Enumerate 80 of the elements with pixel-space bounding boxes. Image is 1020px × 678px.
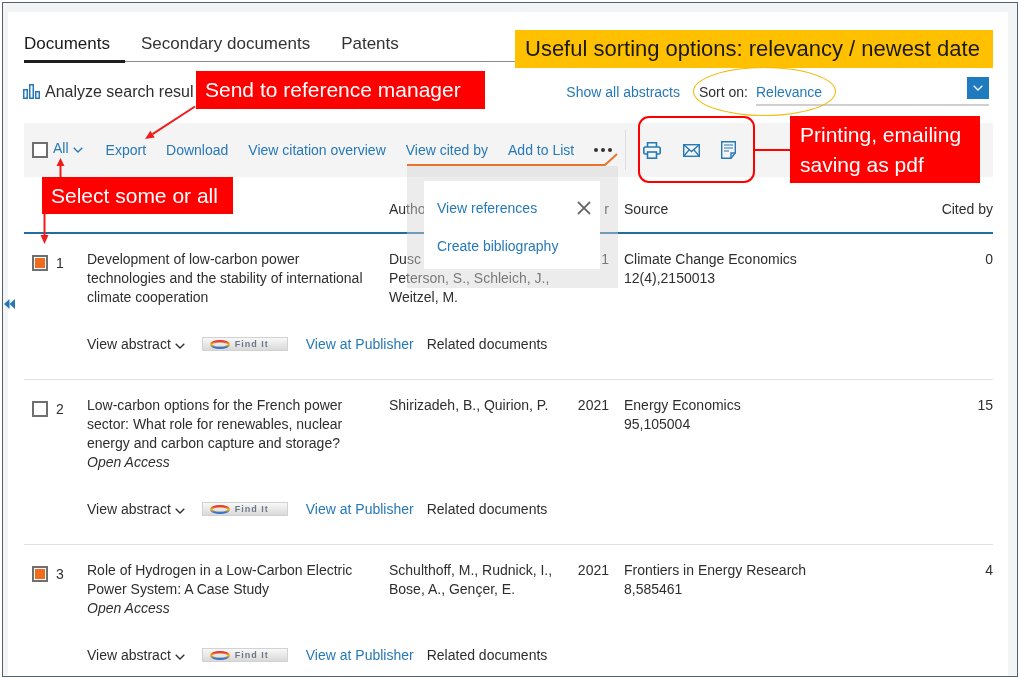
publisher-link[interactable]: View at Publisher (305, 334, 414, 354)
row-number: 2 (56, 401, 64, 417)
toolbar-link[interactable]: Export (105, 141, 147, 159)
show-abstracts-link[interactable]: Show all abstracts (566, 82, 680, 101)
source-title: Frontiers in Energy Research (624, 561, 807, 580)
menu-item[interactable]: Create bibliography (437, 236, 559, 256)
callout-note: Select some or all (42, 177, 233, 214)
cited-by-count: 0 (985, 251, 993, 267)
toolbar-link[interactable]: Add to List (508, 141, 575, 159)
year: 2021 (577, 562, 609, 578)
chevron-down-icon (973, 85, 983, 91)
row-checkbox[interactable] (32, 566, 48, 582)
chevron-down-icon (174, 342, 185, 349)
mail-icon[interactable] (683, 143, 701, 157)
authors: Schulthoff, M., Rudnick, I., Bose, A., Gençer, E. (389, 561, 554, 599)
chevron-down-icon (174, 507, 185, 514)
row-checkbox[interactable] (32, 255, 48, 271)
cited-by-count: 4 (985, 562, 993, 578)
row-number: 3 (56, 566, 64, 582)
connector-line (755, 149, 790, 151)
select-all-dropdown[interactable]: All (53, 138, 83, 157)
document-title[interactable]: Development of low-carbon power technologies and the stability of international climate cooperation (87, 250, 379, 307)
authors: Shirizadeh, B., Quirion, P. (389, 396, 549, 415)
toolbar-link[interactable]: View citation overview (248, 141, 386, 159)
tab[interactable]: Secondary documents (141, 34, 326, 63)
ring-icon (209, 504, 230, 514)
find-it-button[interactable]: Find It (201, 337, 288, 351)
tab[interactable]: Documents (24, 34, 125, 63)
toolbar-link[interactable]: View cited by (405, 141, 488, 159)
chevron-down-icon (174, 653, 185, 660)
year: 2021 (577, 397, 609, 413)
column-header: r (604, 201, 609, 217)
source-title: Energy Economics (624, 396, 741, 415)
chevron-down-icon (72, 146, 83, 153)
callout-note: Printing, emailing saving as pdf (790, 116, 980, 183)
double-chevron-left-icon[interactable] (4, 299, 15, 309)
find-it-button[interactable]: Find It (201, 648, 288, 662)
source-details: 12(4),2150013 (624, 269, 716, 288)
column-header: Cited by (941, 201, 993, 217)
access-label: Open Access (87, 599, 170, 618)
column-header: Source (624, 201, 669, 217)
view-abstract-button[interactable]: View abstract (87, 645, 185, 665)
document-title[interactable]: Low-carbon options for the French power sector: What role for renewables, nuclear energy and carbon capture and storage? (87, 396, 379, 453)
ring-icon (209, 650, 230, 660)
document-icon[interactable] (721, 141, 737, 159)
cited-by-count: 15 (977, 397, 993, 413)
select-all-checkbox[interactable] (32, 142, 48, 158)
print-icon[interactable] (643, 141, 662, 159)
source-details: 95,105004 (624, 415, 691, 434)
menu-item[interactable]: View references (437, 198, 538, 218)
sort-select[interactable]: Relevance (756, 77, 989, 106)
access-label: Open Access (87, 453, 170, 472)
publisher-link[interactable]: View at Publisher (305, 645, 414, 665)
annotation-arrow (143, 105, 197, 141)
publisher-link[interactable]: View at Publisher (305, 499, 414, 519)
column-header: Autho (389, 201, 426, 217)
ring-icon (209, 339, 230, 349)
bar-chart-icon (23, 84, 40, 99)
callout-note: Useful sorting options: relevancy / newest date (515, 30, 993, 68)
row-number: 1 (56, 255, 64, 271)
related-documents-link[interactable]: Related documents (426, 499, 548, 519)
view-abstract-button[interactable]: View abstract (87, 334, 185, 354)
annotation-arrow (56, 158, 65, 177)
row-checkbox[interactable] (32, 401, 48, 417)
find-it-button[interactable]: Find It (201, 502, 288, 516)
view-abstract-button[interactable]: View abstract (87, 499, 185, 519)
annotation-arrow (40, 214, 49, 244)
analyze-results-link[interactable]: Analyze search resul (23, 81, 194, 102)
source-details: 8,585461 (624, 580, 683, 599)
sort-label: Sort on: (698, 82, 748, 101)
tab[interactable]: Patents (341, 34, 414, 63)
related-documents-link[interactable]: Related documents (426, 334, 548, 354)
related-documents-link[interactable]: Related documents (426, 645, 548, 665)
document-title[interactable]: Role of Hydrogen in a Low-Carbon Electric Power System: A Case Study (87, 561, 379, 599)
callout-note: Send to reference manager (196, 71, 485, 109)
more-icon[interactable] (594, 148, 613, 152)
source-title: Climate Change Economics (624, 250, 797, 269)
close-icon[interactable] (577, 201, 591, 215)
toolbar-link[interactable]: Download (166, 141, 229, 159)
year: 1 (601, 251, 609, 267)
